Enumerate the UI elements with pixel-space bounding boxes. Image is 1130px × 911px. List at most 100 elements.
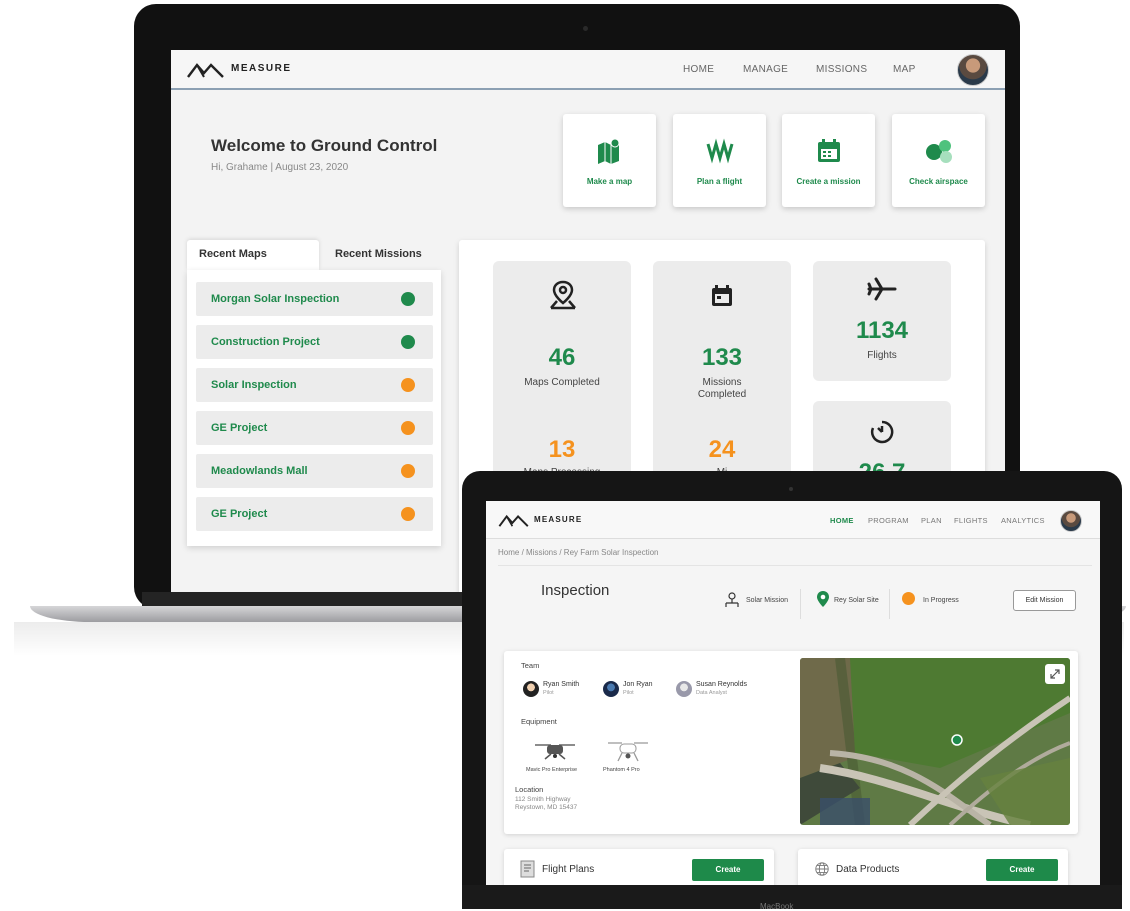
breadcrumb[interactable]: Home / Missions / Rey Farm Solar Inspect… [498,548,659,557]
flights-stat-card[interactable]: 1134 Flights [813,261,951,381]
laptop-camera [583,26,588,31]
mission-details-card: Team Ryan Smith Pilot Jon Ryan Pilot Sus… [504,651,1078,834]
recent-map-name: GE Project [211,422,268,434]
nav-program[interactable]: PROGRAM [868,516,909,525]
list-item[interactable]: GE Project [196,411,433,445]
team-heading: Team [521,661,540,670]
status-dot [401,464,415,478]
flights-value: 1134 [855,317,909,344]
nav-flights[interactable]: FLIGHTS [954,516,988,525]
plan-a-flight-button[interactable]: Plan a flight [673,114,766,207]
recent-map-name: Morgan Solar Inspection [211,293,340,305]
recent-map-name: Construction Project [211,336,320,348]
data-products-title: Data Products [836,864,900,875]
equipment-name: Phantom 4 Pro [603,767,640,773]
welcome-title: Welcome to Ground Control [211,136,438,155]
tab-recent-maps[interactable]: Recent Maps [187,240,319,270]
mavic-drone-icon[interactable] [531,737,579,763]
member-role: Pilot [543,690,554,696]
flight-plans-card: Flight Plans Create [504,849,774,885]
mission-type: Solar Mission [746,597,789,604]
timer-icon [870,420,894,444]
tablet-camera [789,487,793,491]
flight-plan-doc-icon [520,860,535,878]
create-flight-plan-button[interactable]: Create [692,859,764,881]
flight-path-icon [706,138,734,164]
nav-plan[interactable]: PLAN [921,516,942,525]
tab-recent-missions[interactable]: Recent Missions [323,240,434,270]
tablet-screen: MEASURE HOME PROGRAM PLAN FLIGHTS ANALYT… [486,501,1100,885]
airspace-circles-icon [926,140,952,163]
recent-map-name: Meadowlands Mall [211,465,308,477]
phantom-drone-icon[interactable] [604,737,652,763]
map-pin-icon [550,280,576,310]
nav-manage[interactable]: MANAGE [743,64,788,75]
status-dot [902,592,915,605]
expand-map-button[interactable] [1045,664,1065,684]
create-data-product-button[interactable]: Create [986,859,1058,881]
avatar [676,681,692,697]
member-name: Ryan Smith [543,681,580,688]
app-name: MEASURE [534,515,583,524]
maps-completed-label: Maps Completed [524,377,600,388]
flights-label: Flights [867,350,897,361]
recent-maps-panel: Morgan Solar Inspection Construction Pro… [187,270,441,546]
maps-stat-card[interactable]: 46 Maps Completed 13 Maps Processing [493,261,631,491]
missions-completed-label: Missions Completed [697,377,747,400]
welcome-subtitle: Hi, Grahame | August 23, 2020 [211,162,349,173]
location-pin-icon [817,591,829,607]
nav-analytics[interactable]: ANALYTICS [1001,516,1045,525]
status-dot [401,378,415,392]
divider [498,565,1092,566]
list-item[interactable]: Construction Project [196,325,433,359]
recent-map-name: Solar Inspection [211,379,297,391]
member-name: Jon Ryan [623,681,653,688]
calendar-icon [712,285,732,306]
satellite-map[interactable] [800,658,1070,825]
flight-plans-title: Flight Plans [542,864,595,875]
measure-logo-icon[interactable] [187,62,225,78]
check-airspace-button[interactable]: Check airspace [892,114,985,207]
maps-completed-value: 46 [548,344,576,371]
equipment-name: Mavic Pro Enterprise [526,767,578,773]
divider [889,589,890,619]
missions-stat-card[interactable]: 133 Missions Completed 24 Mi [653,261,791,491]
create-a-mission-button[interactable]: Create a mission [782,114,875,207]
divider [800,589,801,619]
maps-processing-value: 13 [548,436,576,463]
mission-drone-icon [725,592,739,607]
globe-icon [815,862,829,876]
member-name: Susan Reynolds [696,681,747,688]
check-airspace-label: Check airspace [909,177,968,186]
list-item[interactable]: Morgan Solar Inspection [196,282,433,316]
status-dot [401,335,415,349]
site-name: Rey Solar Site [834,597,879,604]
member-role: Data Analyst [696,690,727,696]
data-products-card: Data Products Create [798,849,1068,885]
missions-completed-value: 133 [701,344,743,371]
list-item[interactable]: Solar Inspection [196,368,433,402]
status-dot [401,292,415,306]
nav-home[interactable]: HOME [683,64,714,75]
user-avatar[interactable] [1060,510,1082,532]
nav-map[interactable]: MAP [893,64,916,75]
location-line: 112 Smith Highway [515,796,571,803]
list-item[interactable]: GE Project [196,497,433,531]
create-a-mission-label: Create a mission [796,177,861,186]
edit-mission-button[interactable]: Edit Mission [1013,590,1076,611]
location-heading: Location [515,785,544,794]
app-name: MEASURE [231,63,292,74]
calendar-icon [818,139,840,162]
missions-other-value: 24 [708,436,736,463]
nav-missions[interactable]: MISSIONS [816,64,867,75]
make-a-map-button[interactable]: Make a map [563,114,656,207]
list-item[interactable]: Meadowlands Mall [196,454,433,488]
make-a-map-label: Make a map [586,177,633,186]
status-dot [401,421,415,435]
tablet-header: MEASURE HOME PROGRAM PLAN FLIGHTS ANALYT… [486,501,1100,539]
measure-logo-icon[interactable] [498,514,530,527]
map-icon [598,138,620,164]
nav-home[interactable]: HOME [830,516,854,525]
user-avatar[interactable] [957,54,989,86]
avatar [603,681,619,697]
